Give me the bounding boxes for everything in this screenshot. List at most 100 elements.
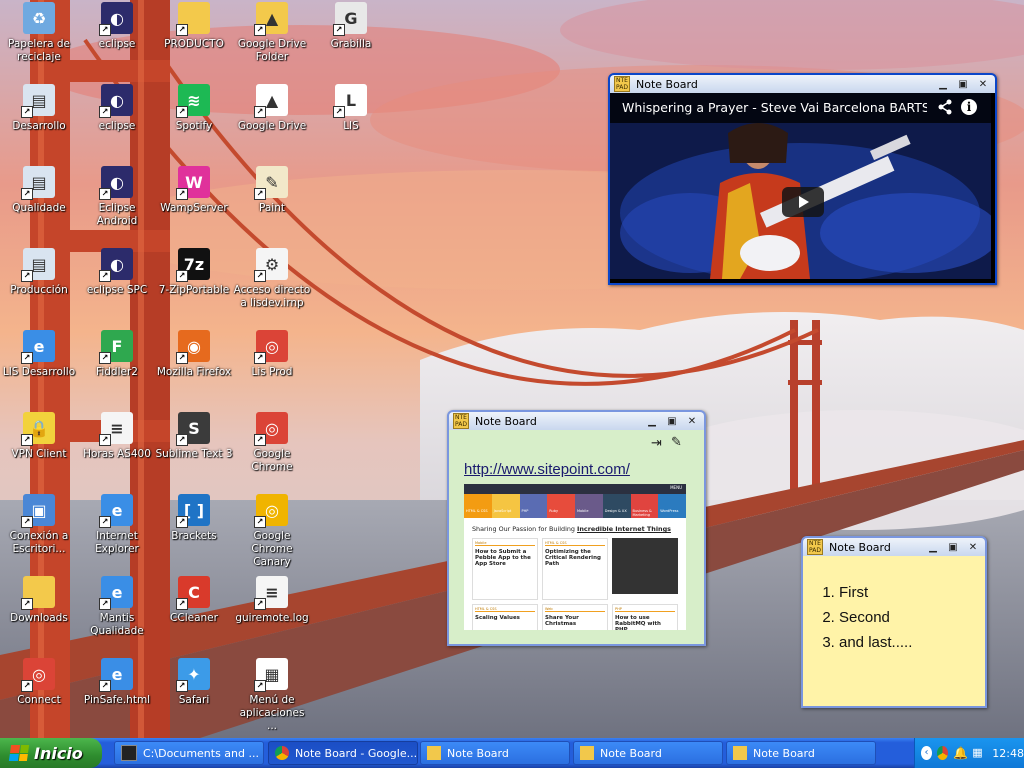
chevron-left-icon[interactable]: ‹ (921, 746, 933, 760)
share-icon[interactable] (937, 99, 953, 115)
network-icon[interactable]: ▦ (972, 746, 983, 760)
desktop-icon[interactable]: ◎ ↗ Lis Prod (233, 330, 311, 379)
note-board-link-window[interactable]: NTE PAD Note Board ▁ ▣ ✕ ⇥ ✎ http://www.s… (447, 410, 706, 646)
window-title: Note Board (829, 540, 891, 554)
taskbar-button-note-1[interactable]: Note Board (420, 741, 570, 765)
desktop-icon[interactable]: ◐ ↗ eclipse (78, 84, 156, 133)
taskbar-button-cmd[interactable]: C:\Documents and ... (114, 741, 264, 765)
title-bar[interactable]: NTE PAD Note Board ▁ ▣ ✕ (803, 538, 985, 556)
desktop-icon[interactable]: ◐ ↗ eclipse (78, 2, 156, 51)
note-body[interactable]: First Second and last..... (803, 556, 985, 706)
desktop-icon[interactable]: ↗ Downloads (0, 576, 78, 625)
eclipse-icon: ◐ ↗ (99, 248, 133, 282)
desktop-icon[interactable]: ◎ ↗ Google Chrome Canary (233, 494, 311, 569)
minimize-button[interactable]: ▁ (925, 540, 941, 554)
desktop-icon[interactable]: ◎ ↗ Connect (0, 658, 78, 707)
thumb-nav-item: PHP (519, 494, 548, 518)
title-bar[interactable]: NTE PAD Note Board ▁ ▣ ✕ (610, 75, 995, 93)
list-item[interactable]: and last..... (839, 630, 912, 655)
shortcut-arrow-icon: ↗ (21, 106, 33, 118)
note-board-list-window[interactable]: NTEPAD Note Board ▁ ▣ ✕ First Second and… (801, 536, 987, 708)
notification-bell-icon[interactable]: 🔔 (953, 746, 968, 760)
maximize-button[interactable]: ▣ (664, 414, 680, 428)
desktop-icon[interactable]: e ↗ Internet Explorer (78, 494, 156, 556)
desktop-icon[interactable]: ✦ ↗ Safari (155, 658, 233, 707)
desktop-icon[interactable]: ✎ ↗ Paint (233, 166, 311, 215)
desktop-icon[interactable]: ▲ ↗ Google Drive Folder (233, 2, 311, 64)
desktop-icon[interactable]: ◐ ↗ Eclipse Android (78, 166, 156, 228)
desktop-icon-label: Connect (17, 694, 61, 706)
desktop-icon[interactable]: 🔒 ↗ VPN Client (0, 412, 78, 461)
desktop-icon[interactable]: ▣ ↗ Conexión a Escritori... (0, 494, 78, 556)
desktop-icon[interactable]: G ↗ Grabilla (312, 2, 390, 51)
desktop-icon[interactable]: ▲ ↗ Google Drive (233, 84, 311, 133)
desktop-icon[interactable]: W ↗ WampServer (155, 166, 233, 215)
desktop-icon-label: Paint (259, 202, 285, 214)
remote-desktop-icon: ▤ ↗ (21, 84, 55, 118)
desktop-icon[interactable]: ≋ ↗ Spotify (155, 84, 233, 133)
minimize-button[interactable]: ▁ (935, 77, 951, 91)
brackets-icon: [ ] ↗ (176, 494, 210, 528)
shortcut-arrow-icon: ↗ (99, 352, 111, 364)
desktop-icon[interactable]: L ↗ LIS (312, 84, 390, 133)
desktop-icon[interactable]: ≡ ↗ Horas AS400 (78, 412, 156, 461)
desktop-icon[interactable]: ◐ ↗ eclipse SPC (78, 248, 156, 297)
maximize-button[interactable]: ▣ (945, 540, 961, 554)
desktop-icon[interactable]: ▤ ↗ Qualidade (0, 166, 78, 215)
desktop-icon[interactable]: e ↗ Mantis Qualidade (78, 576, 156, 638)
desktop-icon[interactable]: ♻ Papelera de reciclaje (0, 2, 78, 64)
info-icon[interactable]: i (961, 99, 977, 115)
desktop-icon[interactable]: e ↗ LIS Desarrollo (0, 330, 78, 379)
minimize-button[interactable]: ▁ (644, 414, 660, 428)
video-title[interactable]: Whispering a Prayer - Steve Vai Barcelon… (622, 100, 927, 115)
desktop-icon[interactable]: F ↗ Fiddler2 (78, 330, 156, 379)
enter-icon[interactable]: ⇥ (651, 436, 662, 451)
close-button[interactable]: ✕ (684, 414, 700, 428)
desktop-icon[interactable]: ▤ ↗ Desarrollo (0, 84, 78, 133)
desktop-icon[interactable]: ▦ ↗ Menú de aplicaciones ... (233, 658, 311, 733)
desktop-icon-label: Brackets (171, 530, 217, 542)
list-item[interactable]: Second (839, 605, 912, 630)
note-board-icon (580, 746, 594, 760)
desktop-icon[interactable]: [ ] ↗ Brackets (155, 494, 233, 543)
desktop-icon[interactable]: ≡ ↗ guiremote.log (233, 576, 311, 625)
thumb-card: PHP How to use RabbitMQ with PHP (612, 604, 678, 630)
desktop-icon[interactable]: e ↗ PinSafe.html (78, 658, 156, 707)
start-label: Inicio (34, 743, 83, 763)
desktop-icon[interactable]: ◎ ↗ Google Chrome (233, 412, 311, 474)
taskbar-button-chrome[interactable]: Note Board - Google... (268, 741, 418, 765)
close-button[interactable]: ✕ (975, 77, 991, 91)
start-button[interactable]: Inicio (0, 738, 102, 768)
desktop-icon[interactable]: ▤ ↗ Producción (0, 248, 78, 297)
file-shortcut-icon: ⚙ ↗ (254, 248, 288, 282)
thumb-nav-item: Ruby (547, 494, 575, 518)
website-thumbnail[interactable]: MENU HTML & CSS JavaScript PHP Ruby Mobile De… (464, 484, 686, 630)
taskbar-button-note-3[interactable]: Note Board (726, 741, 876, 765)
note-body[interactable]: ⇥ ✎ http://www.sitepoint.com/ MENU HTML … (449, 430, 704, 644)
desktop-icon[interactable]: C ↗ CCleaner (155, 576, 233, 625)
clock[interactable]: 12:48 (992, 747, 1024, 760)
note-board-icon: NTE PAD (453, 413, 469, 429)
play-icon[interactable] (782, 187, 824, 217)
maximize-button[interactable]: ▣ (955, 77, 971, 91)
note-board-video-window[interactable]: NTE PAD Note Board ▁ ▣ ✕ Whispering a Pra… (608, 73, 997, 285)
thumb-card: HTML & CSS Scaling Values (472, 604, 538, 630)
note-link[interactable]: http://www.sitepoint.com/ (464, 461, 630, 478)
video-player[interactable]: Whispering a Prayer - Steve Vai Barcelon… (610, 93, 995, 283)
desktop-icon[interactable]: ◉ ↗ Mozilla Firefox (155, 330, 233, 379)
edit-icon[interactable]: ✎ (671, 435, 682, 450)
chrome-icon: ◎ ↗ (254, 330, 288, 364)
list-item[interactable]: First (839, 580, 912, 605)
7zip-icon: 7z ↗ (176, 248, 210, 282)
desktop-icon[interactable]: S ↗ Sublime Text 3 (155, 412, 233, 461)
close-button[interactable]: ✕ (965, 540, 981, 554)
desktop-icon[interactable]: ⚙ ↗ Acceso directo a lisdev.irnp (233, 248, 311, 310)
title-bar[interactable]: NTE PAD Note Board ▁ ▣ ✕ (449, 412, 704, 430)
chrome-icon[interactable] (937, 746, 949, 760)
thumb-card-title: How to Submit a Pebble App to the App St… (475, 549, 531, 567)
shortcut-arrow-icon: ↗ (99, 24, 111, 36)
desktop-icon[interactable]: ↗ PRODUCTO (155, 2, 233, 51)
desktop-icon[interactable]: 7z ↗ 7-ZipPortable (155, 248, 233, 297)
taskbar-button-note-2[interactable]: Note Board (573, 741, 723, 765)
shortcut-arrow-icon: ↗ (99, 516, 111, 528)
